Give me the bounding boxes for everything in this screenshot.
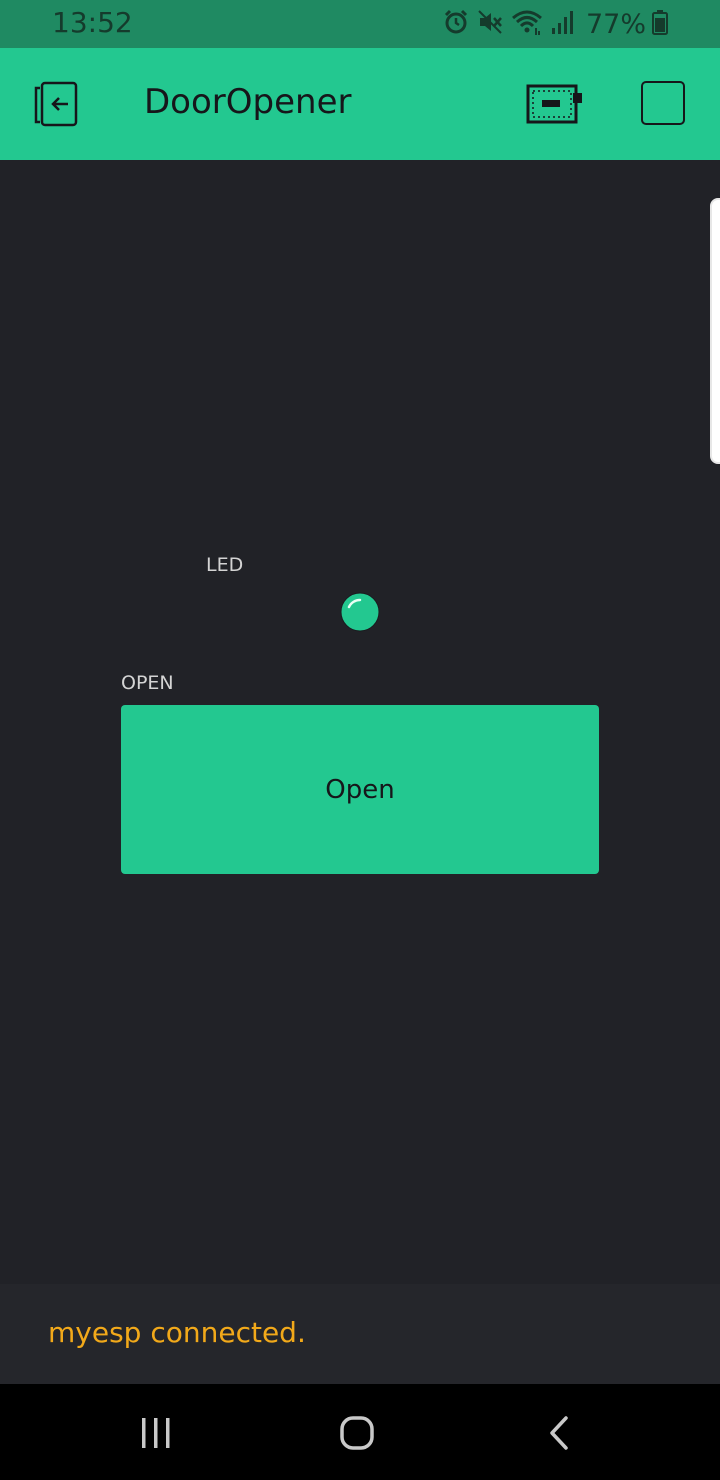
- device-icon: [526, 84, 582, 124]
- recent-apps-icon: [142, 1418, 170, 1448]
- led-indicator: [340, 592, 380, 632]
- open-widget-label: OPEN: [121, 672, 174, 694]
- open-button[interactable]: Open: [121, 705, 599, 874]
- device-button[interactable]: [524, 82, 586, 126]
- nav-bar: [0, 1384, 720, 1480]
- recent-apps-button[interactable]: [136, 1414, 176, 1452]
- home-button[interactable]: [336, 1412, 378, 1454]
- alarm-icon: [442, 8, 470, 40]
- battery-percent: 77%: [585, 8, 646, 40]
- status-time: 13:52: [52, 6, 133, 39]
- wifi-icon: [510, 8, 544, 40]
- connection-status: myesp connected.: [48, 1316, 306, 1349]
- edge-panel-handle[interactable]: [710, 198, 720, 464]
- notification-bar: myesp connected.: [0, 1284, 720, 1384]
- status-icons: 77%: [442, 8, 668, 40]
- mute-icon: [476, 8, 504, 40]
- exit-button[interactable]: [30, 80, 82, 128]
- back-button[interactable]: [542, 1414, 576, 1452]
- app-bar: DoorOpener: [0, 48, 720, 160]
- led-label: LED: [206, 554, 244, 576]
- open-button-text: Open: [325, 774, 395, 805]
- battery-icon: [652, 8, 668, 40]
- signal-icon: [550, 8, 576, 40]
- screen: 13:52 77% DoorOpener LED OPEN Open myesp…: [0, 0, 720, 1480]
- stop-button[interactable]: [641, 81, 685, 125]
- exit-icon: [34, 81, 78, 127]
- status-bar: 13:52 77%: [0, 0, 720, 48]
- home-icon: [340, 1416, 374, 1450]
- app-title: DoorOpener: [144, 82, 352, 122]
- back-icon: [550, 1416, 568, 1450]
